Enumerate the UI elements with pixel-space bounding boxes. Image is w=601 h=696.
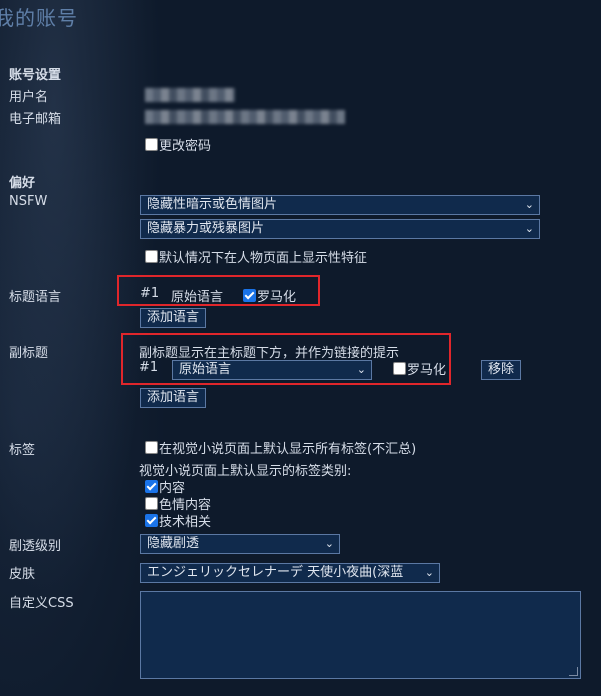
subtitle-language-select[interactable]: 原始语言 ⌄ (172, 360, 372, 380)
show-sexual-traits-check[interactable] (145, 250, 158, 263)
violence-image-select-value: 隐藏暴力或残暴图片 (147, 221, 265, 236)
preferences-section-title: 偏好 (9, 176, 36, 191)
subtitle-add-language-button[interactable]: 添加语言 (140, 388, 207, 408)
page-title: 我的账号 (0, 6, 78, 30)
chevron-down-icon: ⌄ (424, 566, 434, 579)
change-password-checkbox[interactable]: 更改密码 (145, 135, 211, 154)
title-add-language-button[interactable]: 添加语言 (140, 308, 207, 328)
skin-select[interactable]: エンジェリックセレナーデ 天使小夜曲(深蓝 ⌄ (140, 563, 440, 583)
show-all-tags-check[interactable] (145, 441, 158, 454)
change-password-label: 更改密码 (159, 139, 212, 154)
username-label: 用户名 (9, 90, 49, 105)
violence-image-select[interactable]: 隐藏暴力或残暴图片 ⌄ (140, 219, 540, 239)
show-sexual-traits-checkbox[interactable]: 默认情况下在人物页面上显示性特征 (145, 247, 367, 266)
nsfw-label: NSFW (9, 194, 48, 209)
subtitle-romanized-label: 罗马化 (407, 363, 447, 378)
username-value-redacted (145, 88, 235, 102)
custom-css-label: 自定义CSS (9, 596, 74, 611)
account-section-title: 账号设置 (9, 68, 62, 83)
nsfw-image-select-value: 隐藏性暗示或色情图片 (147, 197, 278, 212)
nsfw-image-select[interactable]: 隐藏性暗示或色情图片 ⌄ (140, 195, 540, 215)
chevron-down-icon: ⌄ (524, 222, 534, 235)
change-password-check[interactable] (145, 138, 158, 151)
email-value-redacted (145, 110, 345, 124)
subtitle-index: #1 (139, 360, 159, 375)
subtitle-language-select-value: 原始语言 (179, 362, 232, 377)
chevron-down-icon: ⌄ (356, 363, 366, 376)
title-language-index: #1 (140, 286, 160, 301)
show-sexual-traits-label: 默认情况下在人物页面上显示性特征 (159, 251, 368, 266)
tag-category-content-check[interactable] (145, 480, 158, 493)
tag-category-technical[interactable]: 技术相关 (145, 511, 211, 530)
chevron-down-icon: ⌄ (524, 198, 534, 211)
subtitle-remove-button[interactable]: 移除 (481, 360, 522, 380)
subtitle-romanized-checkbox[interactable]: 罗马化 (393, 359, 446, 378)
show-all-tags-checkbox[interactable]: 在视觉小说页面上默认显示所有标签(不汇总) (145, 438, 416, 457)
subtitle-hint: 副标题显示在主标题下方，并作为链接的提示 (139, 346, 400, 361)
spoiler-level-select-value: 隐藏剧透 (147, 536, 200, 551)
tag-category-sexual-check[interactable] (145, 497, 158, 510)
subtitle-label: 副标题 (9, 346, 49, 361)
subtitle-romanized-check[interactable] (393, 362, 406, 375)
email-label: 电子邮箱 (9, 112, 62, 127)
spoiler-level-label: 剧透级别 (9, 539, 62, 554)
tag-category-technical-label: 技术相关 (159, 515, 212, 530)
spoiler-level-select[interactable]: 隐藏剧透 ⌄ (140, 534, 340, 554)
custom-css-textarea[interactable] (140, 591, 581, 679)
tag-category-technical-check[interactable] (145, 514, 158, 527)
title-romanized-checkbox[interactable]: 罗马化 (243, 286, 296, 305)
resize-grip-icon[interactable] (569, 667, 578, 676)
title-romanized-check[interactable] (243, 289, 256, 302)
title-romanized-label: 罗马化 (257, 290, 297, 305)
skin-label: 皮肤 (9, 567, 36, 582)
skin-select-value: エンジェリックセレナーデ 天使小夜曲(深蓝 (147, 565, 404, 580)
show-all-tags-label: 在视觉小说页面上默认显示所有标签(不汇总) (159, 442, 417, 457)
title-language-label: 标题语言 (9, 290, 62, 305)
chevron-down-icon: ⌄ (324, 537, 334, 550)
title-language-value: 原始语言 (171, 290, 224, 305)
tags-label: 标签 (9, 443, 36, 458)
